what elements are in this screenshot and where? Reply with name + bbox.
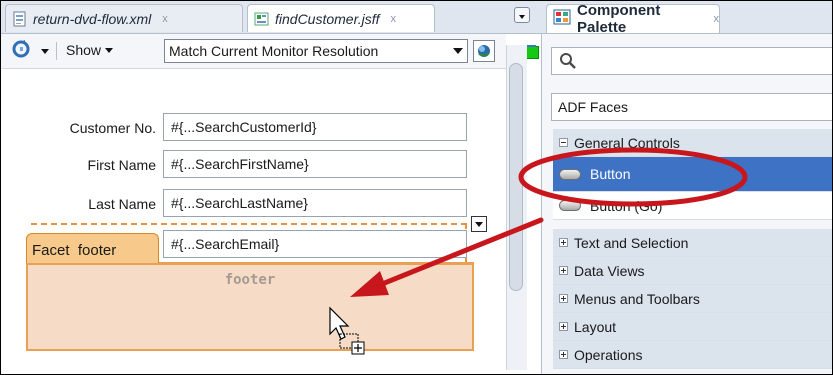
drag-arrow-head	[350, 271, 389, 297]
annotation-overlay	[350, 147, 748, 297]
highlight-ellipse	[518, 147, 748, 207]
drag-arrow-line	[374, 217, 544, 289]
ide-window: return-dvd-flow.xml x findCustomer.jsff …	[0, 0, 833, 375]
